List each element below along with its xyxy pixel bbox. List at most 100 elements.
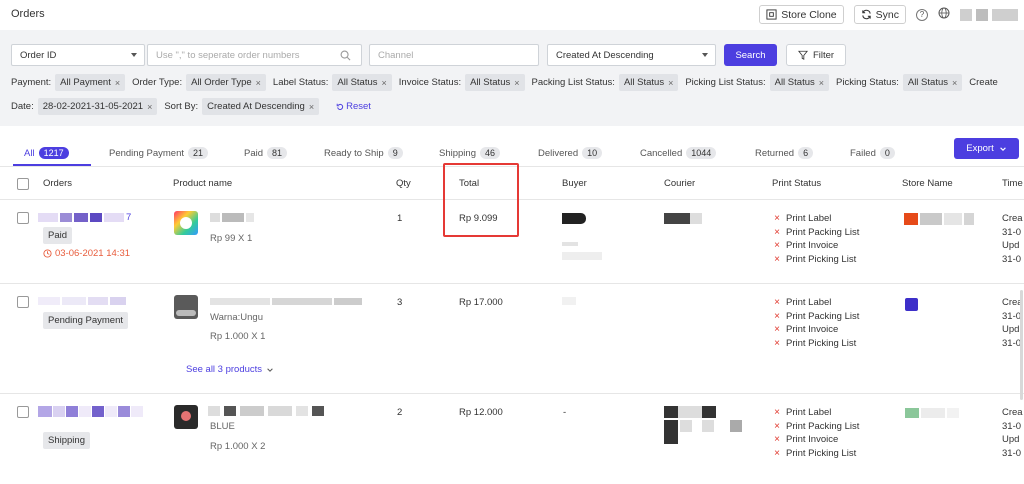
ship-deadline-text: 03-06-2021 14:31	[55, 248, 131, 259]
filter-chip-label: Invoice Status:	[398, 77, 462, 88]
product-thumbnail[interactable]	[174, 405, 198, 429]
tab-shipping[interactable]: Shipping 46	[439, 143, 500, 163]
filter-chip[interactable]: All Payment ×	[55, 74, 126, 91]
buyer-redacted-2	[562, 238, 578, 249]
product-title-redacted[interactable]	[208, 406, 324, 416]
filter-chip[interactable]: All Order Type ×	[186, 74, 266, 91]
see-all-products-link[interactable]: See all 3 products	[186, 364, 274, 375]
row-checkbox[interactable]	[17, 212, 29, 224]
sync-label: Sync	[875, 8, 899, 21]
filter-chip[interactable]: 28-02-2021-31-05-2021 ×	[37, 98, 158, 115]
x-icon: ×	[774, 310, 780, 322]
order-number[interactable]	[38, 406, 143, 417]
table-header: Orders Product name Qty Total Buyer Cour…	[0, 168, 1024, 200]
close-icon[interactable]: ×	[668, 78, 673, 88]
print-picking-list-status[interactable]: × Print Picking List	[773, 253, 859, 267]
tab-label: Ready to Ship	[324, 147, 384, 159]
filter-chip[interactable]: All Status ×	[769, 74, 830, 91]
row-checkbox[interactable]	[17, 406, 29, 418]
print-label-status[interactable]: × Print Label	[773, 296, 859, 310]
filter-chip[interactable]: All Status ×	[902, 74, 963, 91]
x-icon: ×	[774, 434, 780, 445]
print-packing-list-status[interactable]: × Print Packing List	[773, 226, 859, 240]
filter-chip[interactable]: All Status ×	[332, 74, 392, 91]
buyer-redacted-3	[562, 252, 602, 263]
order-number-search-input[interactable]: Use "," to seperate order numbers	[147, 44, 362, 66]
tab-paid[interactable]: Paid 81	[244, 143, 288, 163]
export-button[interactable]: Export	[954, 138, 1019, 159]
tab-delivered[interactable]: Delivered 10	[538, 143, 603, 163]
chevron-down-icon	[999, 146, 1006, 151]
tab-failed[interactable]: Failed 0	[850, 143, 895, 163]
product-title-redacted[interactable]	[210, 298, 362, 305]
tab-count-badge: 1217	[38, 147, 69, 159]
tab-cancelled[interactable]: Cancelled 1044	[640, 143, 717, 163]
close-icon[interactable]: ×	[952, 78, 957, 88]
scrollbar-thumb[interactable]	[1020, 290, 1023, 400]
tab-ready-to-ship[interactable]: Ready to Ship 9	[324, 143, 403, 163]
product-price: Rp 1.000 X 2	[210, 441, 266, 452]
filter-chip[interactable]: All Status ×	[465, 74, 525, 91]
globe-icon[interactable]	[938, 7, 950, 22]
help-icon[interactable]: ?	[916, 8, 928, 21]
x-icon: ×	[774, 420, 780, 432]
filter-chip-value: 28-02-2021-31-05-2021	[42, 101, 144, 112]
print-label-status[interactable]: × Print Label	[773, 406, 859, 420]
close-icon[interactable]: ×	[514, 78, 519, 88]
col-courier: Courier	[664, 178, 696, 189]
filter-button[interactable]: Filter	[786, 44, 846, 66]
account-redacted[interactable]	[960, 8, 1018, 21]
print-invoice-status[interactable]: × Print Invoice	[773, 239, 859, 253]
product-title-redacted[interactable]	[210, 213, 254, 222]
store-clone-button[interactable]: Store Clone	[759, 5, 844, 24]
x-icon: ×	[774, 226, 780, 238]
tab-returned[interactable]: Returned 6	[755, 143, 814, 163]
tab-count-badge: 81	[267, 147, 288, 159]
tab-label: Shipping	[439, 147, 476, 159]
tab-label: All	[24, 147, 35, 159]
reset-link[interactable]: Reset	[336, 101, 371, 112]
filter-chip-label: Picking Status:	[836, 77, 899, 88]
product-price: Rp 1.000 X 1	[210, 331, 266, 342]
close-icon[interactable]: ×	[256, 78, 261, 88]
sync-button[interactable]: Sync	[853, 5, 906, 24]
close-icon[interactable]: ×	[382, 78, 387, 88]
product-thumbnail[interactable]	[174, 295, 198, 319]
search-button[interactable]: Search	[724, 44, 777, 66]
close-icon[interactable]: ×	[309, 102, 314, 112]
x-icon: ×	[774, 447, 780, 459]
store-name-redacted	[904, 213, 974, 225]
product-thumbnail[interactable]	[174, 211, 198, 235]
channel-input[interactable]: Channel	[369, 44, 539, 66]
close-icon[interactable]: ×	[819, 78, 824, 88]
order-id-select[interactable]: Order ID	[11, 44, 145, 66]
filter-chip-value: All Status	[623, 77, 665, 88]
tab-pending-payment[interactable]: Pending Payment 21	[109, 143, 209, 163]
top-actions: Store Clone Sync ?	[759, 5, 1018, 24]
close-icon[interactable]: ×	[115, 78, 120, 88]
filter-chip-value: All Order Type	[191, 77, 252, 88]
print-picking-list-status[interactable]: × Print Picking List	[773, 447, 859, 461]
store-name-redacted	[905, 408, 959, 418]
order-number[interactable]: 7	[38, 212, 131, 223]
tab-count-badge: 21	[188, 147, 209, 159]
x-icon: ×	[774, 240, 780, 251]
row-checkbox[interactable]	[17, 296, 29, 308]
sort-select[interactable]: Created At Descending	[547, 44, 716, 66]
buyer-redacted	[562, 213, 586, 227]
print-label-status[interactable]: × Print Label	[773, 212, 859, 226]
select-all-checkbox[interactable]	[17, 178, 29, 190]
order-number[interactable]	[38, 297, 126, 305]
print-packing-list-status[interactable]: × Print Packing List	[773, 420, 859, 434]
filter-chip[interactable]: All Status ×	[618, 74, 679, 91]
tab-all[interactable]: All 1217	[24, 143, 69, 163]
print-packing-list-status[interactable]: × Print Packing List	[773, 310, 859, 324]
print-invoice-status[interactable]: × Print Invoice	[773, 323, 859, 337]
close-icon[interactable]: ×	[147, 102, 152, 112]
filter-chip[interactable]: Created At Descending ×	[202, 98, 320, 115]
see-all-products-label: See all 3 products	[186, 364, 263, 375]
print-invoice-status[interactable]: × Print Invoice	[773, 433, 859, 447]
product-variant: Warna:Ungu	[210, 312, 263, 323]
print-picking-list-status[interactable]: × Print Picking List	[773, 337, 859, 351]
search-icon	[340, 50, 351, 61]
